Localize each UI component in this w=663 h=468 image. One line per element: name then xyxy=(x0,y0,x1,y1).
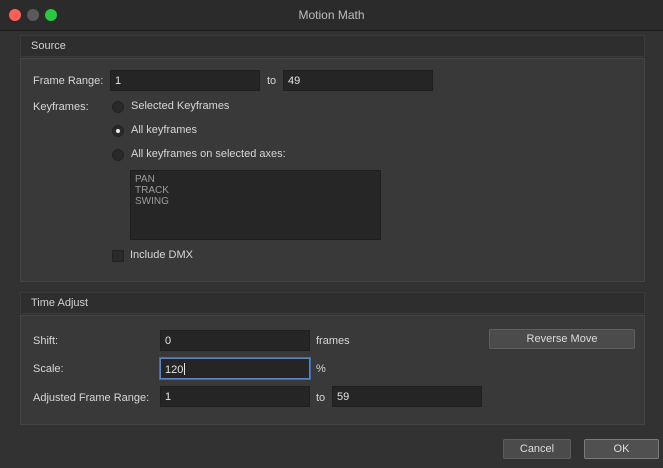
text-caret xyxy=(184,363,186,375)
adjusted-frame-range-label: Adjusted Frame Range: xyxy=(33,392,150,404)
scale-unit-label: % xyxy=(316,363,326,375)
shift-field[interactable]: 0 xyxy=(160,330,310,351)
frame-range-to-label: to xyxy=(267,75,277,87)
selected-axes-label[interactable]: All keyframes on selected axes: xyxy=(131,148,286,160)
shift-label: Shift: xyxy=(33,335,59,347)
selected-keyframes-radio[interactable] xyxy=(112,101,124,113)
frame-range-label: Frame Range: xyxy=(33,75,104,87)
source-section-title: Source xyxy=(31,40,66,52)
include-dmx-label[interactable]: Include DMX xyxy=(130,249,193,261)
ok-button[interactable]: OK xyxy=(584,439,659,459)
shift-unit-label: frames xyxy=(316,335,350,347)
include-dmx-checkbox[interactable] xyxy=(112,250,124,262)
keyframes-label: Keyframes: xyxy=(33,101,89,113)
source-section-header: Source xyxy=(20,35,645,57)
all-keyframes-label[interactable]: All keyframes xyxy=(131,124,197,136)
scale-field[interactable]: 120 xyxy=(160,358,310,379)
axis-list-item[interactable]: SWING xyxy=(135,196,376,207)
adjusted-range-end-field[interactable]: 59 xyxy=(332,386,482,407)
window-title: Motion Math xyxy=(298,8,365,22)
selected-axes-radio[interactable] xyxy=(112,149,124,161)
cancel-button[interactable]: Cancel xyxy=(503,439,571,459)
scale-label: Scale: xyxy=(33,363,64,375)
axis-list-item[interactable]: PAN xyxy=(135,174,376,185)
window-titlebar: Motion Math xyxy=(0,0,663,31)
selected-keyframes-label[interactable]: Selected Keyframes xyxy=(131,100,229,112)
all-keyframes-radio[interactable] xyxy=(112,125,124,137)
time-adjust-section-header: Time Adjust xyxy=(20,292,645,314)
scale-value: 120 xyxy=(165,364,184,376)
time-adjust-section-title: Time Adjust xyxy=(31,297,89,309)
reverse-move-button[interactable]: Reverse Move xyxy=(489,329,635,349)
frame-range-end-field[interactable]: 49 xyxy=(283,70,433,91)
frame-range-start-field[interactable]: 1 xyxy=(110,70,260,91)
adjusted-range-start-field[interactable]: 1 xyxy=(160,386,310,407)
adjusted-range-to-label: to xyxy=(316,392,326,404)
axis-list-item[interactable]: TRACK xyxy=(135,185,376,196)
axes-listbox[interactable]: PAN TRACK SWING xyxy=(130,170,381,240)
